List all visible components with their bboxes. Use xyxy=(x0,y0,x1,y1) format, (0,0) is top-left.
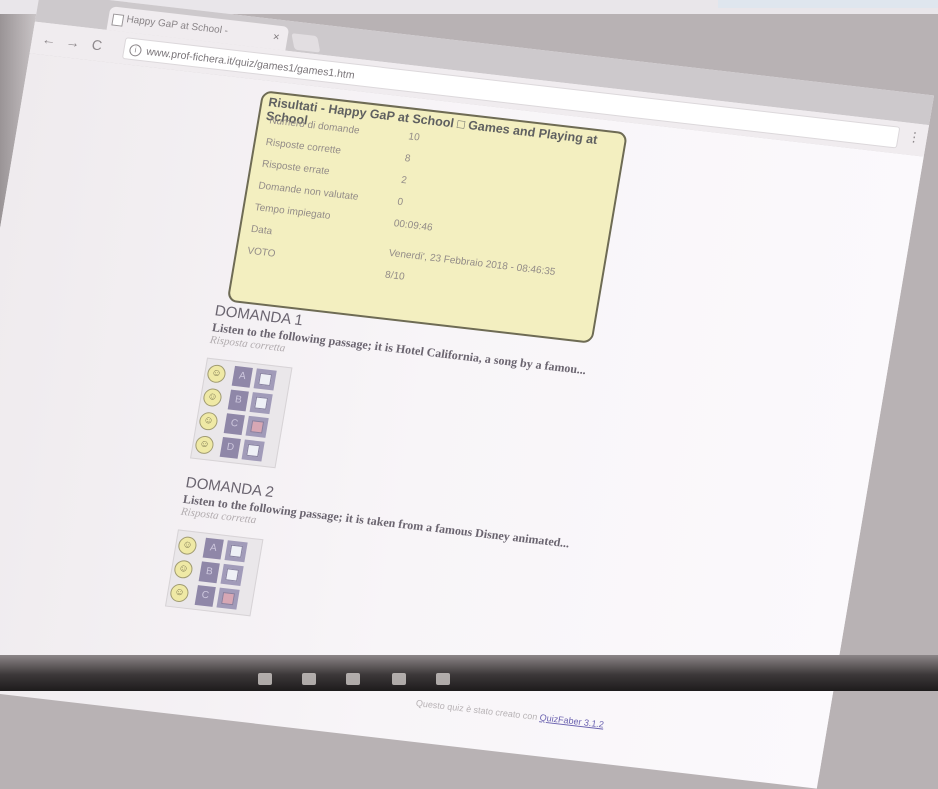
unchecked-checkbox[interactable] xyxy=(254,396,269,410)
forward-icon[interactable]: → xyxy=(65,33,82,50)
answers-table: ☺ A ☺ B ☺ C xyxy=(164,529,264,617)
taskbar xyxy=(0,655,938,691)
taskbar-app-icon[interactable] xyxy=(302,673,316,685)
page-icon xyxy=(111,13,125,27)
answer-letter: A xyxy=(231,365,253,388)
result-label: Data xyxy=(250,223,273,238)
smiley-icon: ☺ xyxy=(194,434,215,455)
unchecked-checkbox[interactable] xyxy=(258,372,273,387)
result-value: 0 xyxy=(396,196,404,209)
result-value: 2 xyxy=(400,174,408,187)
answer-checkbox-cell xyxy=(249,392,273,415)
result-label: Risposte errate xyxy=(261,158,331,178)
info-icon[interactable]: i xyxy=(128,43,143,57)
results-panel: Risultati - Happy GaP at School □ Games … xyxy=(226,90,628,344)
taskbar-app-icon[interactable] xyxy=(346,673,360,685)
result-value: 00:09:46 xyxy=(392,218,434,234)
result-value: 8 xyxy=(403,153,412,165)
answer-letter: C xyxy=(194,585,216,607)
answer-checkbox-cell xyxy=(224,540,248,563)
new-tab-button[interactable] xyxy=(291,33,321,53)
taskbar-app-icon[interactable] xyxy=(436,673,450,685)
answer-letter: B xyxy=(198,561,220,584)
taskbar-app-icon[interactable] xyxy=(392,673,406,685)
answer-letter: C xyxy=(223,413,245,436)
unchecked-checkbox[interactable] xyxy=(225,568,240,582)
unchecked-checkbox[interactable] xyxy=(246,443,261,458)
result-label: Domande non valutate xyxy=(257,180,360,203)
checked-checkbox[interactable] xyxy=(221,592,236,606)
result-label: Risposte corrette xyxy=(264,137,342,157)
result-label: VOTO xyxy=(246,245,277,260)
close-icon[interactable]: × xyxy=(271,25,281,49)
answer-letter: D xyxy=(219,436,241,459)
answer-checkbox-cell xyxy=(241,439,265,462)
answer-letter: B xyxy=(227,389,249,412)
smiley-icon: ☺ xyxy=(206,363,227,384)
back-icon[interactable]: ← xyxy=(41,31,58,48)
menu-icon[interactable]: ⋮ xyxy=(906,129,922,146)
unchecked-checkbox[interactable] xyxy=(229,544,244,558)
smiley-icon: ☺ xyxy=(202,387,223,408)
taskbar-app-icon[interactable] xyxy=(258,673,272,685)
answer-checkbox-cell xyxy=(220,563,244,586)
smiley-icon: ☺ xyxy=(168,583,190,603)
answer-checkbox-cell xyxy=(245,415,269,438)
answer-checkbox-cell xyxy=(253,368,277,391)
background-corner xyxy=(718,0,938,8)
result-value: 10 xyxy=(407,131,421,144)
footer-text: Questo quiz è stato creato con xyxy=(415,697,541,723)
result-value: Venerdi', 23 Febbraio 2018 - 08:46:35 xyxy=(387,247,557,279)
smiley-icon: ☺ xyxy=(198,411,219,432)
smiley-icon: ☺ xyxy=(176,535,198,556)
smiley-icon: ☺ xyxy=(172,559,194,580)
answer-letter: A xyxy=(202,537,224,560)
footer: Questo quiz è stato creato con QuizFaber… xyxy=(415,698,605,730)
answers-table: ☺ A ☺ B ☺ C ☺ D xyxy=(190,357,293,469)
checked-checkbox[interactable] xyxy=(250,420,265,434)
result-value: 8/10 xyxy=(384,269,406,283)
reload-icon[interactable]: C xyxy=(91,36,104,53)
answer-checkbox-cell xyxy=(216,587,240,610)
result-label: Tempo impiegato xyxy=(253,202,332,222)
quizfaber-link[interactable]: QuizFaber 3.1.2 xyxy=(539,712,605,729)
